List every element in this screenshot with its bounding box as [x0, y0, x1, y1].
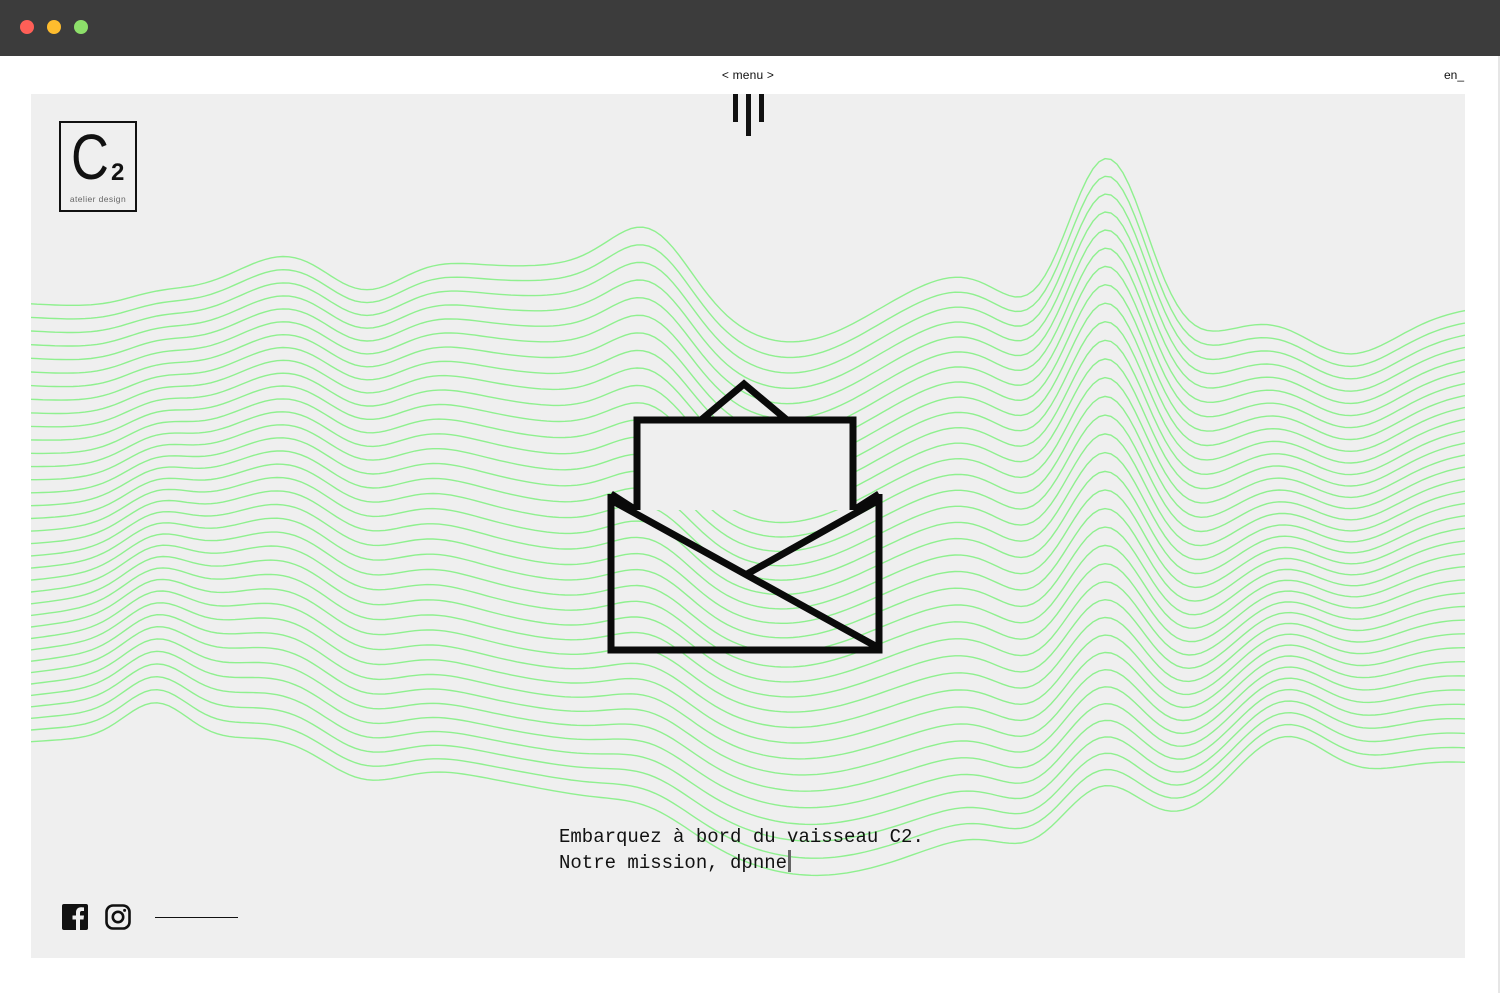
c2-logo[interactable]: C 2 atelier design	[59, 121, 137, 212]
window-close-button[interactable]	[20, 20, 34, 34]
social-divider-line	[155, 917, 238, 918]
menu-toggle-label[interactable]: < menu >	[700, 68, 796, 82]
window-zoom-button[interactable]	[74, 20, 88, 34]
logo-subtitle: atelier design	[69, 194, 127, 204]
bars-icon[interactable]	[729, 94, 769, 138]
window-minimize-button[interactable]	[47, 20, 61, 34]
facebook-icon[interactable]	[62, 904, 88, 930]
wave-line	[31, 175, 1465, 368]
tagline-line-2: Notre mission, dpnne	[559, 852, 788, 874]
open-envelope-icon	[607, 379, 883, 654]
logo-number: 2	[111, 159, 125, 186]
wave-line	[31, 675, 1465, 842]
wave-line	[31, 157, 1465, 355]
wave-line	[31, 193, 1465, 380]
typing-caret	[788, 850, 792, 872]
window-titlebar	[0, 0, 1500, 56]
wave-line	[31, 211, 1465, 392]
language-switcher[interactable]: en_	[1444, 68, 1464, 82]
hero-tagline: Embarquez à bord du vaisseau C2. Notre m…	[559, 825, 924, 876]
hero-panel: C 2 atelier design Embarquez à bord du v…	[31, 94, 1465, 958]
tagline-line-1: Embarquez à bord du vaisseau C2.	[559, 826, 924, 848]
logo-letter: C	[71, 121, 109, 193]
instagram-icon[interactable]	[105, 904, 131, 930]
